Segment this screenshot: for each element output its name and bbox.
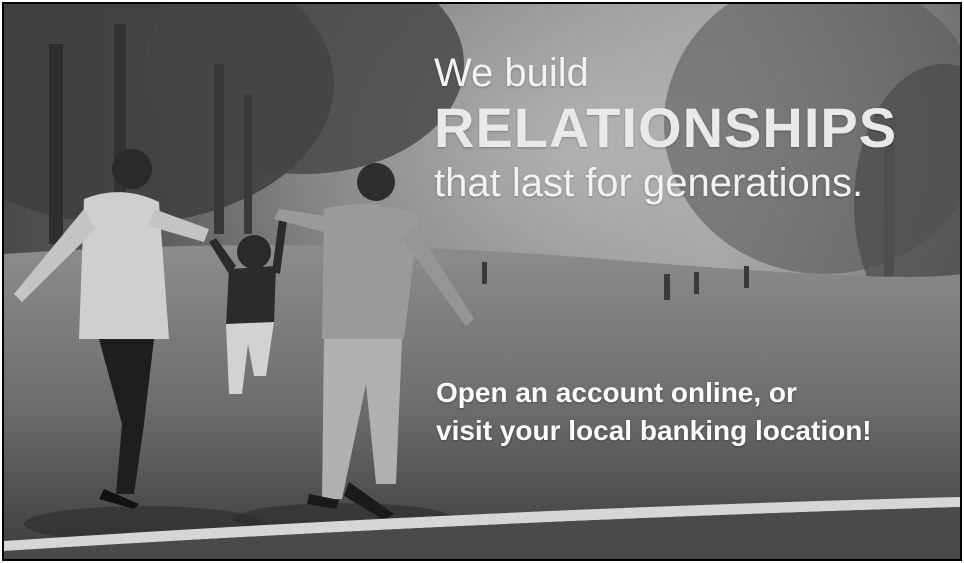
call-to-action: Open an account online, or visit your lo… bbox=[436, 374, 946, 450]
headline-line-1: We build bbox=[434, 51, 589, 95]
banner-ad: We build RELATIONSHIPS that last for gen… bbox=[2, 2, 962, 561]
headline-line-3: that last for generations. bbox=[434, 161, 864, 205]
cta-line-1: Open an account online, or bbox=[436, 377, 797, 408]
bottom-swoosh-band bbox=[4, 497, 960, 559]
cta-line-2: visit your local banking location! bbox=[436, 415, 872, 446]
headline: We build RELATIONSHIPS that last for gen… bbox=[434, 49, 954, 207]
headline-relationships: RELATIONSHIPS bbox=[434, 96, 898, 159]
